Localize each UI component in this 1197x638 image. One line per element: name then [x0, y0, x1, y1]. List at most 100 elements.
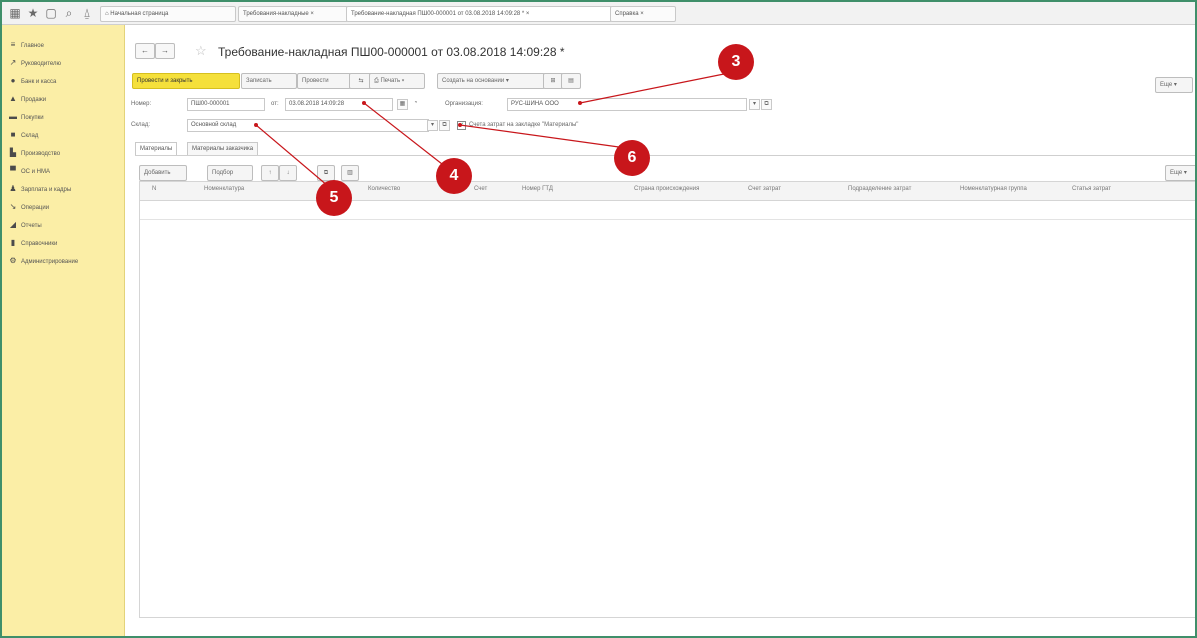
sidebar-item-operations[interactable]: ↘ Операции	[8, 201, 49, 213]
arrow-up-icon: ↑	[268, 170, 272, 176]
tab-requisitions[interactable]: Требования-накладные ×	[238, 6, 348, 22]
column-header-cost-item[interactable]: Статья затрат	[1072, 186, 1111, 192]
history-icon[interactable]: ▢	[44, 6, 58, 20]
movements-icon: ⇆	[358, 78, 364, 84]
column-header-gtd-number[interactable]: Номер ГТД	[522, 186, 553, 192]
post-and-close-button[interactable]: Провести и закрыть	[132, 73, 240, 89]
date-field[interactable]: 03.08.2018 14:09:28	[285, 98, 393, 111]
sidebar-item-manager[interactable]: ↗ Руководителю	[8, 57, 61, 69]
organization-open-icon[interactable]: ⧉	[761, 99, 772, 110]
tab-current-document[interactable]: Требование-накладная ПШ00-000001 от 03.0…	[346, 6, 612, 22]
column-header-country[interactable]: Страна происхождения	[634, 186, 699, 192]
tab-customer-materials[interactable]: Материалы заказчика	[187, 142, 259, 156]
structure-icon: ⊞	[550, 78, 556, 84]
top-tab-bar: ▦ ★ ▢ ⌕ ⍙ ⌂ Начальная страница Требовани…	[2, 2, 1195, 25]
chart-icon: ↗	[9, 58, 17, 67]
column-header-n[interactable]: N	[152, 186, 156, 192]
organization-field[interactable]: РУС-ШИНА ООО	[507, 98, 747, 111]
tab-materials[interactable]: Материалы	[135, 142, 178, 156]
sidebar-item-assets[interactable]: ▀ ОС и НМА	[8, 165, 50, 177]
grid-icon[interactable]: ▦	[8, 6, 22, 20]
table-more-button[interactable]: Еще ▾	[1165, 165, 1195, 181]
barcode-icon: ▥	[347, 170, 353, 176]
scan-button[interactable]: ▥	[341, 165, 359, 181]
cart-icon: ▬	[9, 112, 17, 121]
sidebar-item-purchases[interactable]: ▬ Покупки	[8, 111, 44, 123]
star-icon[interactable]: ★	[26, 6, 40, 20]
warehouse-icon: ■	[10, 130, 16, 139]
column-header-nomenclature[interactable]: Номенклатура	[204, 186, 244, 192]
operations-icon: ↘	[9, 202, 17, 211]
create-based-on-button[interactable]: Создать на основании ▾	[437, 73, 545, 89]
time-icon[interactable]: ◔	[411, 99, 420, 108]
tab-home[interactable]: ⌂ Начальная страница	[100, 6, 236, 22]
warehouse-field[interactable]: Основной склад	[187, 119, 429, 132]
tab-help[interactable]: Справка ×	[610, 6, 676, 22]
add-button[interactable]: Добавить	[139, 165, 187, 181]
cost-accounts-label: Счета затрат на закладке "Материалы"	[469, 122, 579, 128]
warehouse-dropdown-icon[interactable]: ▾	[427, 120, 438, 131]
sidebar-item-directories[interactable]: ▮ Справочники	[8, 237, 58, 249]
column-header-account[interactable]: Счет	[474, 186, 487, 192]
book-icon: ▮	[10, 238, 16, 247]
marker-3: 3	[718, 44, 754, 80]
materials-table: N Номенклатура Количество Счет Номер ГТД…	[139, 181, 1195, 618]
marker-6: 6	[614, 140, 650, 176]
copy-icon: ⧉	[323, 170, 329, 176]
person-icon: ♟	[9, 184, 17, 193]
menu-icon: ≡	[10, 40, 16, 49]
favorite-star-icon[interactable]: ☆	[195, 43, 207, 59]
cost-accounts-checkbox[interactable]: ✓	[457, 121, 466, 130]
sidebar: ≡ Главное ↗ Руководителю ● Банк и касса ▲ Пр…	[2, 25, 125, 636]
column-header-cost-account[interactable]: Счет затрат	[748, 186, 781, 192]
table-header: N Номенклатура Количество Счет Номер ГТД…	[140, 182, 1195, 201]
app-window: ▦ ★ ▢ ⌕ ⍙ ⌂ Начальная страница Требовани…	[0, 0, 1197, 638]
number-field[interactable]: ПШ00-000001	[187, 98, 265, 111]
marker-5: 5	[316, 180, 352, 216]
sidebar-item-production[interactable]: ▙ Производство	[8, 147, 60, 159]
search-icon[interactable]: ⌕	[62, 6, 76, 20]
production-icon: ▙	[9, 148, 17, 157]
structure-button[interactable]: ⊞	[543, 73, 563, 89]
save-button[interactable]: Записать	[241, 73, 297, 89]
move-up-button[interactable]: ↑	[261, 165, 279, 181]
copy-button[interactable]: ⧉	[317, 165, 335, 181]
organization-dropdown-icon[interactable]: ▾	[749, 99, 760, 110]
sidebar-item-sales[interactable]: ▲ Продажи	[8, 93, 46, 105]
column-header-quantity[interactable]: Количество	[368, 186, 400, 192]
organization-label: Организация:	[445, 101, 483, 107]
sidebar-item-bank[interactable]: ● Банк и касса	[8, 75, 57, 87]
sidebar-item-admin[interactable]: ⚙ Администрирование	[8, 255, 78, 267]
more-button[interactable]: Еще ▾	[1155, 77, 1193, 93]
move-down-button[interactable]: ↓	[279, 165, 297, 181]
forward-button[interactable]: →	[155, 43, 175, 59]
sidebar-item-main[interactable]: ≡ Главное	[8, 39, 44, 51]
print-button[interactable]: ⎙ Печать ▾	[369, 73, 425, 89]
page-title: Требование-накладная ПШ00-000001 от 03.0…	[218, 45, 565, 59]
sidebar-item-warehouse[interactable]: ■ Склад	[8, 129, 39, 141]
attachment-icon: ▤	[568, 78, 574, 84]
post-button[interactable]: Провести	[297, 73, 351, 89]
subtab-divider	[135, 155, 1195, 156]
column-header-nomenclature-group[interactable]: Номенклатурная группа	[960, 186, 1027, 192]
sales-icon: ▲	[9, 94, 17, 103]
attachments-button[interactable]: ▤	[561, 73, 581, 89]
assets-icon: ▀	[10, 166, 16, 175]
reports-icon: ◢	[9, 220, 17, 229]
warehouse-label: Склад:	[131, 122, 151, 128]
bank-icon: ●	[10, 76, 16, 85]
date-label: от:	[271, 101, 279, 107]
sidebar-item-reports[interactable]: ◢ Отчеты	[8, 219, 42, 231]
warehouse-open-icon[interactable]: ⧉	[439, 120, 450, 131]
table-row-divider	[140, 219, 1195, 220]
document-form: ← → ☆ Требование-накладная ПШ00-000001 о…	[125, 25, 1195, 636]
column-header-cost-department[interactable]: Подразделение затрат	[848, 186, 911, 192]
marker-4: 4	[436, 158, 472, 194]
select-button[interactable]: Подбор	[207, 165, 253, 181]
arrow-down-icon: ↓	[286, 170, 290, 176]
calendar-icon[interactable]: ▦	[397, 99, 408, 110]
sidebar-item-salary[interactable]: ♟ Зарплата и кадры	[8, 183, 71, 195]
gear-icon: ⚙	[9, 256, 17, 265]
bell-icon[interactable]: ⍙	[80, 6, 94, 20]
back-button[interactable]: ←	[135, 43, 155, 59]
